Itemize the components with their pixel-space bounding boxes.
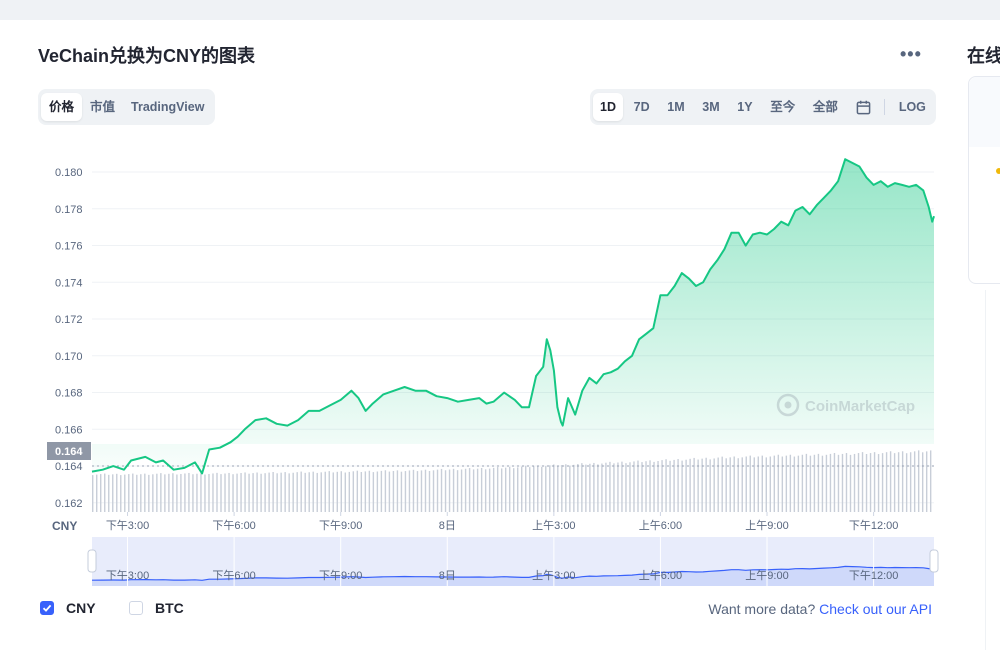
api-link[interactable]: Check out our API — [819, 601, 932, 617]
range-all[interactable]: 全部 — [806, 93, 845, 121]
range-1m[interactable]: 1M — [660, 93, 691, 121]
range-3m[interactable]: 3M — [695, 93, 726, 121]
range-1y[interactable]: 1Y — [730, 93, 759, 121]
status-dot — [996, 168, 1000, 174]
range-1d[interactable]: 1D — [593, 93, 623, 121]
legend-label-btc: BTC — [155, 600, 184, 616]
top-bar — [0, 0, 1000, 20]
page-title: VeChain兑换为CNY的图表 — [38, 46, 256, 66]
side-panel-title: 在线 — [967, 46, 1000, 66]
range-7d[interactable]: 7D — [627, 93, 657, 121]
more-horizontal-icon[interactable]: ••• — [900, 44, 922, 65]
divider — [884, 99, 886, 115]
tab-tradingview[interactable]: TradingView — [123, 93, 212, 121]
side-divider — [985, 290, 986, 650]
more-data-note: Want more data? Check out our API — [708, 601, 932, 617]
tab-price[interactable]: 价格 — [41, 93, 83, 121]
chart-type-tabs: 价格 市值 TradingView — [38, 89, 216, 125]
navigator-handle-left[interactable] — [87, 549, 97, 573]
legend-btc[interactable]: BTC — [129, 600, 184, 616]
tab-market-cap[interactable]: 市值 — [82, 93, 123, 121]
navigator-handle-right[interactable] — [929, 549, 939, 573]
more-data-text: Want more data? — [708, 601, 816, 617]
range-ytd[interactable]: 至今 — [763, 93, 802, 121]
calendar-icon[interactable] — [849, 93, 878, 121]
side-card-header — [969, 77, 1000, 147]
check-icon — [42, 604, 52, 612]
checkbox-cny[interactable] — [40, 601, 54, 615]
legend-cny[interactable]: CNY — [40, 600, 96, 616]
log-scale-toggle[interactable]: LOG — [892, 93, 933, 121]
side-card — [968, 76, 1000, 284]
time-range-tabs: 1D 7D 1M 3M 1Y 至今 全部 LOG — [590, 89, 936, 125]
legend-label-cny: CNY — [66, 600, 96, 616]
checkbox-btc[interactable] — [129, 601, 143, 615]
